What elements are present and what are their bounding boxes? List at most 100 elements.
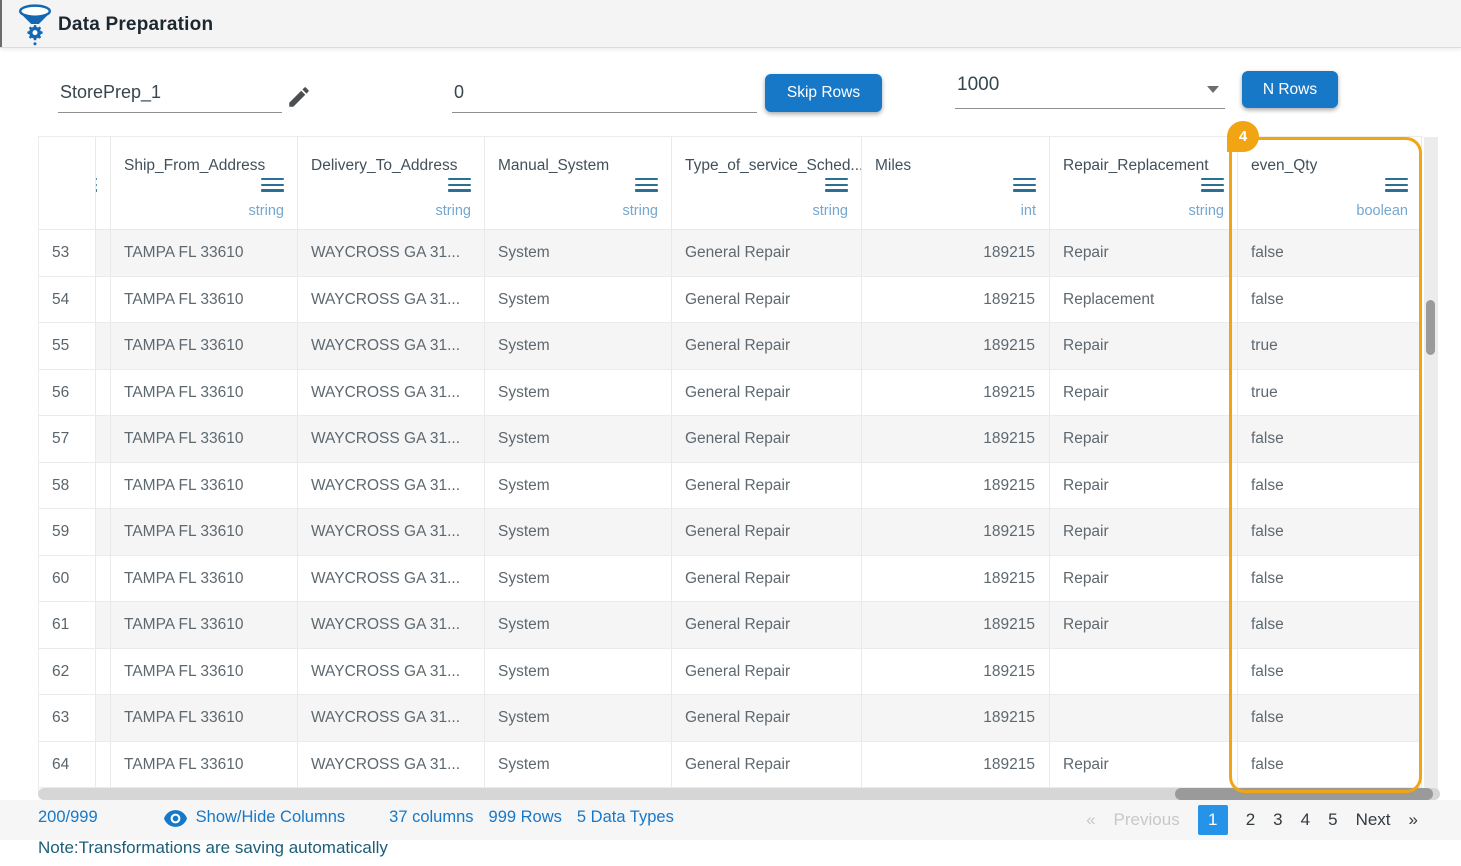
table-cell[interactable]: WAYCROSS GA 31... [298,369,485,416]
table-cell[interactable]: TAMPA FL 33610 [111,741,298,788]
table-cell[interactable]: false [1238,276,1422,323]
column-menu-icon[interactable] [261,177,284,195]
table-cell[interactable]: 189215 [862,369,1050,416]
column-menu-icon[interactable] [825,177,848,195]
table-cell[interactable]: General Repair [672,555,862,602]
table-cell[interactable]: true [1238,369,1422,416]
table-cell[interactable]: TAMPA FL 33610 [111,695,298,742]
data-types-count[interactable]: 5 Data Types [577,808,674,827]
table-cell[interactable]: Repair [1050,555,1238,602]
table-cell[interactable]: false [1238,462,1422,509]
table-cell[interactable]: System [485,276,672,323]
table-cell[interactable]: WAYCROSS GA 31... [298,462,485,509]
table-cell[interactable]: General Repair [672,369,862,416]
table-cell[interactable]: WAYCROSS GA 31... [298,509,485,556]
table-cell[interactable]: false [1238,509,1422,556]
table-cell[interactable]: WAYCROSS GA 31... [298,276,485,323]
table-cell[interactable]: 189215 [862,276,1050,323]
vertical-scrollbar[interactable] [1424,137,1438,792]
table-cell[interactable]: General Repair [672,648,862,695]
column-menu-icon[interactable] [1013,177,1036,195]
table-cell[interactable]: TAMPA FL 33610 [111,323,298,370]
table-cell[interactable]: false [1238,602,1422,649]
table-cell[interactable]: Repair [1050,369,1238,416]
column-header-manual-system[interactable]: Manual_System string [485,137,672,230]
table-cell[interactable]: General Repair [672,509,862,556]
table-cell[interactable]: TAMPA FL 33610 [111,230,298,277]
column-header-ship-from-address[interactable]: Ship_From_Address string [111,137,298,230]
table-cell[interactable]: System [485,369,672,416]
table-cell[interactable]: System [485,741,672,788]
n-rows-button[interactable]: N Rows [1242,71,1338,108]
next-arrow-icon[interactable]: » [1409,810,1418,830]
table-cell[interactable]: false [1238,555,1422,602]
column-header-delivery-to-address[interactable]: Delivery_To_Address string [298,137,485,230]
table-cell[interactable]: 189215 [862,230,1050,277]
table-cell[interactable] [1050,695,1238,742]
prep-name-input[interactable] [58,78,282,113]
table-cell[interactable]: Repair [1050,741,1238,788]
table-cell[interactable]: TAMPA FL 33610 [111,369,298,416]
table-cell[interactable]: WAYCROSS GA 31... [298,323,485,370]
table-cell[interactable]: Repair [1050,462,1238,509]
table-cell[interactable]: Replacement [1050,276,1238,323]
table-cell[interactable]: General Repair [672,323,862,370]
table-cell[interactable]: System [485,602,672,649]
table-cell[interactable]: WAYCROSS GA 31... [298,416,485,463]
previous-button[interactable]: Previous [1114,810,1180,830]
vertical-scrollbar-thumb[interactable] [1426,300,1435,355]
page-button-5[interactable]: 5 [1328,810,1337,830]
table-cell[interactable]: 189215 [862,416,1050,463]
skip-rows-button[interactable]: Skip Rows [765,74,882,112]
table-cell[interactable]: TAMPA FL 33610 [111,416,298,463]
table-cell[interactable]: 189215 [862,695,1050,742]
table-cell[interactable]: false [1238,416,1422,463]
page-button-4[interactable]: 4 [1301,810,1310,830]
table-cell[interactable]: TAMPA FL 33610 [111,462,298,509]
table-cell[interactable]: System [485,555,672,602]
column-menu-icon[interactable] [448,177,471,195]
table-cell[interactable]: TAMPA FL 33610 [111,509,298,556]
table-cell[interactable]: TAMPA FL 33610 [111,648,298,695]
table-cell[interactable]: System [485,648,672,695]
table-cell[interactable]: General Repair [672,230,862,277]
page-button-3[interactable]: 3 [1273,810,1282,830]
table-cell[interactable]: System [485,323,672,370]
next-button[interactable]: Next [1356,810,1391,830]
columns-count[interactable]: 37 columns [389,808,473,827]
table-cell[interactable]: false [1238,695,1422,742]
column-header-miles[interactable]: Miles int [862,137,1050,230]
horizontal-scrollbar[interactable] [38,788,1440,800]
pencil-icon[interactable] [286,84,312,110]
column-menu-icon[interactable] [635,177,658,195]
table-cell[interactable]: General Repair [672,462,862,509]
column-header-repair-replacement[interactable]: Repair_Replacement string [1050,137,1238,230]
table-cell[interactable]: 189215 [862,648,1050,695]
table-cell[interactable]: Repair [1050,323,1238,370]
n-rows-select[interactable]: 1000 [955,72,1225,109]
table-cell[interactable]: true [1238,323,1422,370]
table-cell[interactable]: 189215 [862,323,1050,370]
column-header-type-of-service-sched[interactable]: Type_of_service_Sched... string [672,137,862,230]
rows-count[interactable]: 999 Rows [489,808,562,827]
table-cell[interactable]: System [485,230,672,277]
table-cell[interactable]: System [485,509,672,556]
table-cell[interactable]: System [485,416,672,463]
table-cell[interactable]: General Repair [672,602,862,649]
horizontal-scrollbar-thumb[interactable] [1175,788,1433,800]
column-menu-icon[interactable] [1201,177,1224,195]
table-cell[interactable]: Repair [1050,416,1238,463]
table-cell[interactable]: TAMPA FL 33610 [111,555,298,602]
table-cell[interactable]: 189215 [862,555,1050,602]
table-cell[interactable]: System [485,695,672,742]
table-cell[interactable]: General Repair [672,741,862,788]
table-cell[interactable]: Repair [1050,509,1238,556]
table-cell[interactable]: false [1238,230,1422,277]
page-button-2[interactable]: 2 [1246,810,1255,830]
table-cell[interactable]: false [1238,741,1422,788]
column-menu-icon[interactable] [1385,177,1408,195]
previous-arrow-icon[interactable]: « [1086,810,1095,830]
table-cell[interactable]: WAYCROSS GA 31... [298,230,485,277]
column-header-clipped[interactable]: g [96,137,111,230]
table-cell[interactable]: WAYCROSS GA 31... [298,602,485,649]
